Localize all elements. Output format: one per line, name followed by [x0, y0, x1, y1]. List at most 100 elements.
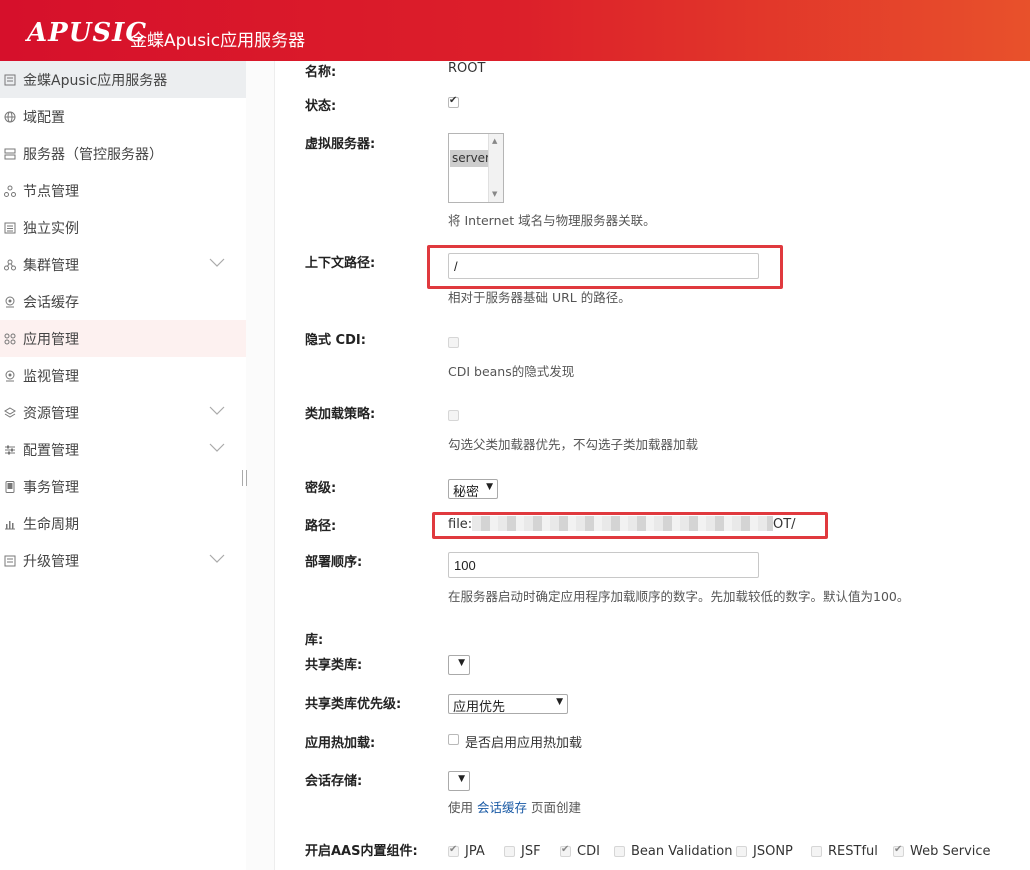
- sidebar-item-label: 域配置: [23, 109, 65, 126]
- sidebar-item-label: 监视管理: [23, 368, 79, 385]
- component-label: JSF: [521, 844, 541, 859]
- component-label: JPA: [465, 844, 485, 859]
- sidebar-item-label: 会话缓存: [23, 294, 79, 311]
- implicit-cdi-label: 隐式 CDI:: [305, 333, 366, 348]
- sidebar-item-label: 独立实例: [23, 220, 79, 237]
- sidebar-item-resource-management[interactable]: 资源管理: [0, 394, 246, 431]
- sidebar-item-transaction-management[interactable]: 事务管理: [0, 468, 246, 505]
- sidebar-item-upgrade-management[interactable]: 升级管理: [0, 542, 246, 579]
- sidebar-item-app-management[interactable]: 应用管理: [0, 320, 246, 357]
- hot-reload-text: 是否启用应用热加载: [465, 736, 583, 751]
- sidebar: 金蝶Apusic应用服务器 域配置 服务器（管控服务器） 节点管理 独立实例 集…: [0, 61, 246, 870]
- chevron-down-icon[interactable]: [209, 258, 225, 268]
- aas-components-label: 开启AAS内置组件:: [305, 844, 418, 859]
- component-checkbox[interactable]: [614, 846, 625, 857]
- sidebar-item-apusic-server[interactable]: 金蝶Apusic应用服务器: [0, 61, 246, 98]
- name-label: 名称:: [305, 65, 337, 80]
- chevron-down-icon[interactable]: [209, 406, 225, 416]
- implicit-cdi-help: CDI beans的隐式发现: [448, 364, 575, 379]
- secret-level-select[interactable]: 秘密 ▼: [448, 479, 498, 500]
- session-cache-link[interactable]: 会话缓存: [477, 800, 527, 815]
- classloading-checkbox[interactable]: [448, 410, 459, 421]
- sidebar-item-monitor-management[interactable]: 监视管理: [0, 357, 246, 394]
- monitor-icon: [4, 370, 16, 382]
- component-jsonp[interactable]: JSONP: [736, 844, 793, 859]
- sidebar-item-session-cache[interactable]: 会话缓存: [0, 283, 246, 320]
- session-help-prefix: 使用: [448, 800, 474, 815]
- sidebar-item-label: 集群管理: [23, 257, 79, 274]
- virtual-server-listbox[interactable]: server ▲ ▼: [448, 133, 504, 203]
- sidebar-item-label: 资源管理: [23, 405, 79, 422]
- shared-library-priority-select[interactable]: 应用优先 ▼: [448, 694, 568, 715]
- secret-level-value: 秘密: [453, 485, 480, 500]
- deploy-order-label: 部署顺序:: [305, 555, 363, 570]
- component-checkbox[interactable]: [893, 844, 904, 857]
- component-checkbox[interactable]: [560, 844, 571, 857]
- sidebar-item-server[interactable]: 服务器（管控服务器）: [0, 135, 246, 172]
- hot-reload-label: 应用热加载:: [305, 736, 376, 751]
- sidebar-item-domain-config[interactable]: 域配置: [0, 98, 246, 135]
- component-cdi[interactable]: CDI: [560, 844, 600, 859]
- document-icon: [4, 555, 16, 567]
- sidebar-item-config-management[interactable]: 配置管理: [0, 431, 246, 468]
- sidebar-item-label: 节点管理: [23, 183, 79, 200]
- sidebar-item-cluster-management[interactable]: 集群管理: [0, 246, 246, 283]
- component-checkbox[interactable]: [504, 846, 515, 857]
- component-label: Bean Validation: [631, 844, 733, 859]
- sidebar-item-label: 金蝶Apusic应用服务器: [23, 72, 168, 89]
- instance-icon: [4, 222, 16, 234]
- implicit-cdi-checkbox[interactable]: [448, 337, 459, 348]
- chevron-down-icon[interactable]: [209, 443, 225, 453]
- listbox-scrollbar[interactable]: ▲ ▼: [488, 134, 503, 202]
- dropdown-arrow-icon: ▼: [556, 697, 563, 707]
- component-label: CDI: [577, 844, 600, 859]
- context-path-label: 上下文路径:: [305, 256, 376, 271]
- sidebar-resize-handle[interactable]: [242, 470, 247, 486]
- dropdown-arrow-icon: ▼: [458, 658, 465, 668]
- chevron-down-icon[interactable]: [209, 554, 225, 564]
- deploy-order-input[interactable]: [448, 552, 759, 578]
- component-web-service[interactable]: Web Service: [893, 844, 991, 859]
- classloading-help: 勾选父类加载器优先，不勾选子类加载器加载: [448, 437, 699, 452]
- sidebar-item-label: 服务器（管控服务器）: [23, 146, 163, 163]
- shared-library-select[interactable]: ▼: [448, 655, 470, 675]
- apps-icon: [4, 333, 16, 345]
- sidebar-item-standalone-instance[interactable]: 独立实例: [0, 209, 246, 246]
- scroll-up-icon[interactable]: ▲: [492, 137, 497, 145]
- component-bean-validation[interactable]: Bean Validation: [614, 844, 732, 859]
- app-properties-form: 名称: ROOT 状态: 虚拟服务器: server ▲ ▼ 将 Interne…: [275, 61, 1030, 870]
- session-store-select[interactable]: ▼: [448, 771, 470, 791]
- context-path-help: 相对于服务器基础 URL 的路径。: [448, 290, 631, 305]
- virtual-server-label: 虚拟服务器:: [305, 137, 376, 152]
- path-suffix: OT/: [773, 517, 796, 532]
- virtual-server-option[interactable]: server: [450, 150, 490, 167]
- phone-icon: [4, 480, 16, 493]
- shared-library-label: 共享类库:: [305, 658, 363, 673]
- sidebar-item-label: 升级管理: [23, 553, 79, 570]
- component-jpa[interactable]: JPA: [448, 844, 485, 859]
- component-jsf[interactable]: JSF: [504, 844, 541, 859]
- component-label: JSONP: [753, 844, 793, 859]
- session-help-suffix: 页面创建: [531, 800, 582, 815]
- sidebar-item-label: 事务管理: [23, 479, 79, 496]
- context-path-input[interactable]: [448, 253, 759, 279]
- status-label: 状态:: [305, 99, 337, 114]
- sidebar-item-label: 应用管理: [23, 331, 79, 348]
- status-checkbox[interactable]: [448, 95, 459, 108]
- shared-library-priority-value: 应用优先: [453, 700, 506, 715]
- component-checkbox[interactable]: [448, 844, 459, 857]
- sidebar-item-label: 生命周期: [23, 516, 79, 533]
- component-checkbox[interactable]: [736, 846, 747, 857]
- component-restful[interactable]: RESTful: [811, 844, 878, 859]
- sidebar-item-label: 配置管理: [23, 442, 79, 459]
- hot-reload-checkbox[interactable]: [448, 734, 459, 745]
- sidebar-item-node-management[interactable]: 节点管理: [0, 172, 246, 209]
- sliders-icon: [4, 444, 16, 456]
- server-doc-icon: [4, 74, 16, 86]
- scroll-down-icon[interactable]: ▼: [492, 190, 497, 198]
- cache-icon: [4, 296, 16, 308]
- sidebar-item-lifecycle[interactable]: 生命周期: [0, 505, 246, 542]
- cluster-icon: [4, 259, 16, 271]
- component-checkbox[interactable]: [811, 846, 822, 857]
- layers-icon: [4, 406, 16, 419]
